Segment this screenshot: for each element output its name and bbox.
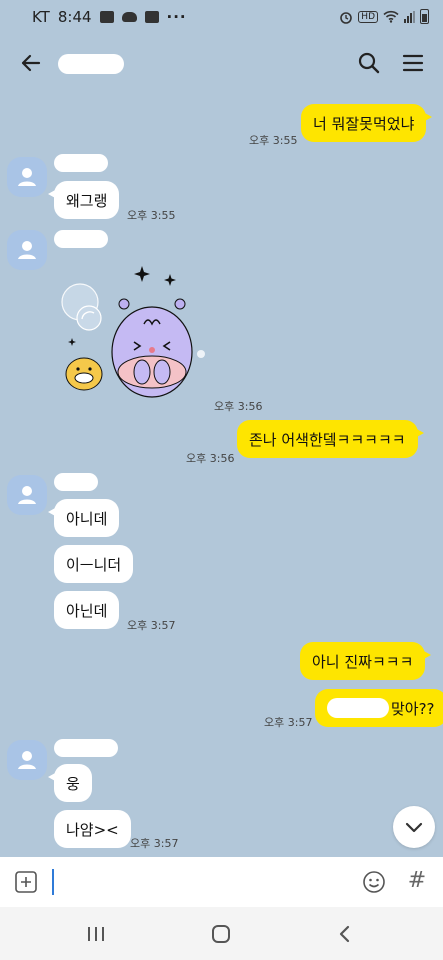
home-button[interactable] [209, 922, 233, 946]
search-button[interactable] [356, 50, 382, 76]
message-text: 웅 [66, 774, 80, 793]
my-message-bubble[interactable]: 너 뭐잘못먹었냐 [301, 104, 433, 142]
message-time: 오후 3:56 [214, 400, 263, 413]
smiley-icon [363, 871, 385, 893]
signal-icon [404, 10, 415, 23]
sender-name [54, 230, 108, 248]
alarm-icon [339, 10, 353, 24]
message-text: 너 뭐잘못먹었냐 [313, 114, 415, 133]
person-icon [18, 486, 36, 504]
message-time: 오후 3:56 [186, 452, 235, 465]
recents-icon [88, 927, 104, 941]
redacted-text [327, 698, 389, 718]
message-input[interactable] [52, 869, 54, 895]
message-text: 나얌>< [66, 820, 119, 839]
wifi-icon [383, 10, 399, 23]
notification-icon [144, 11, 159, 23]
message-text: 존나 어색한뎈ㅋㅋㅋㅋㅋ [249, 430, 406, 449]
message-text: 아니 진짜ㅋㅋㅋ [312, 652, 414, 671]
my-message-bubble[interactable]: 아니 진짜ㅋㅋㅋ [300, 642, 432, 680]
status-bar: KT 8:44 ··· HD [0, 0, 443, 36]
message-time: 오후 3:57 [127, 619, 176, 632]
message-time: 오후 3:55 [127, 209, 176, 222]
chevron-left-icon [339, 925, 350, 943]
home-icon [212, 925, 230, 943]
other-message-bubble[interactable]: 아니데 [47, 499, 120, 537]
clock: 8:44 [57, 8, 92, 26]
message-text: 아니데 [66, 509, 108, 528]
avatar[interactable] [7, 157, 47, 197]
sender-name [54, 154, 108, 172]
arrow-left-icon [21, 54, 41, 72]
hd-voice-icon: HD [358, 10, 378, 23]
my-message-bubble[interactable]: 맞아?? [315, 689, 443, 727]
message-text: 아닌데 [66, 601, 108, 620]
message-time: 오후 3:55 [249, 134, 298, 147]
message-text: 맞아?? [391, 699, 435, 718]
message-text: 왜그랭 [66, 191, 108, 210]
system-nav-bar [0, 907, 443, 960]
chevron-down-icon [405, 822, 423, 833]
message-text: 이ㅡ니더 [66, 555, 122, 574]
scroll-to-bottom-button[interactable] [393, 806, 435, 848]
message-time: 오후 3:57 [130, 837, 179, 850]
other-message-bubble[interactable]: 이ㅡ니더 [54, 545, 134, 583]
person-icon [18, 241, 36, 259]
message-time: 오후 3:57 [264, 716, 313, 729]
hash-icon[interactable]: # [406, 867, 428, 895]
plus-square-icon [15, 871, 37, 893]
chat-title [58, 54, 124, 74]
sticker-message[interactable] [56, 262, 216, 402]
back-button[interactable] [18, 50, 44, 76]
avatar[interactable] [7, 475, 47, 515]
avatar[interactable] [7, 740, 47, 780]
sticker-image [61, 266, 205, 398]
menu-button[interactable] [400, 50, 426, 76]
sender-name [54, 739, 118, 757]
avatar[interactable] [7, 230, 47, 270]
my-message-bubble[interactable]: 존나 어색한뎈ㅋㅋㅋㅋㅋ [237, 420, 424, 458]
person-icon [18, 168, 36, 186]
recent-apps-button[interactable] [84, 923, 108, 945]
system-back-button[interactable] [334, 922, 356, 946]
add-attachment-button[interactable] [14, 870, 38, 894]
chat-header [0, 36, 443, 92]
more-notifications-icon: ··· [166, 8, 187, 26]
message-list[interactable]: 너 뭐잘못먹었냐 오후 3:55 왜그랭 오후 3:55 오후 3:56 존나 … [0, 92, 443, 857]
search-icon [358, 52, 380, 74]
carrier: KT [32, 8, 50, 26]
other-message-bubble[interactable]: 왜그랭 [47, 181, 120, 219]
battery-icon [420, 9, 429, 24]
other-message-bubble[interactable]: 나얌>< [54, 810, 131, 848]
emoji-button[interactable] [361, 869, 387, 895]
gallery-icon [99, 11, 114, 23]
other-message-bubble[interactable]: 아닌데 [54, 591, 120, 629]
sender-name [54, 473, 98, 491]
person-icon [18, 751, 36, 769]
hamburger-menu-icon [402, 54, 424, 72]
cloud-icon [121, 12, 137, 22]
other-message-bubble[interactable]: 웅 [48, 764, 92, 802]
message-input-bar: # [0, 857, 443, 907]
